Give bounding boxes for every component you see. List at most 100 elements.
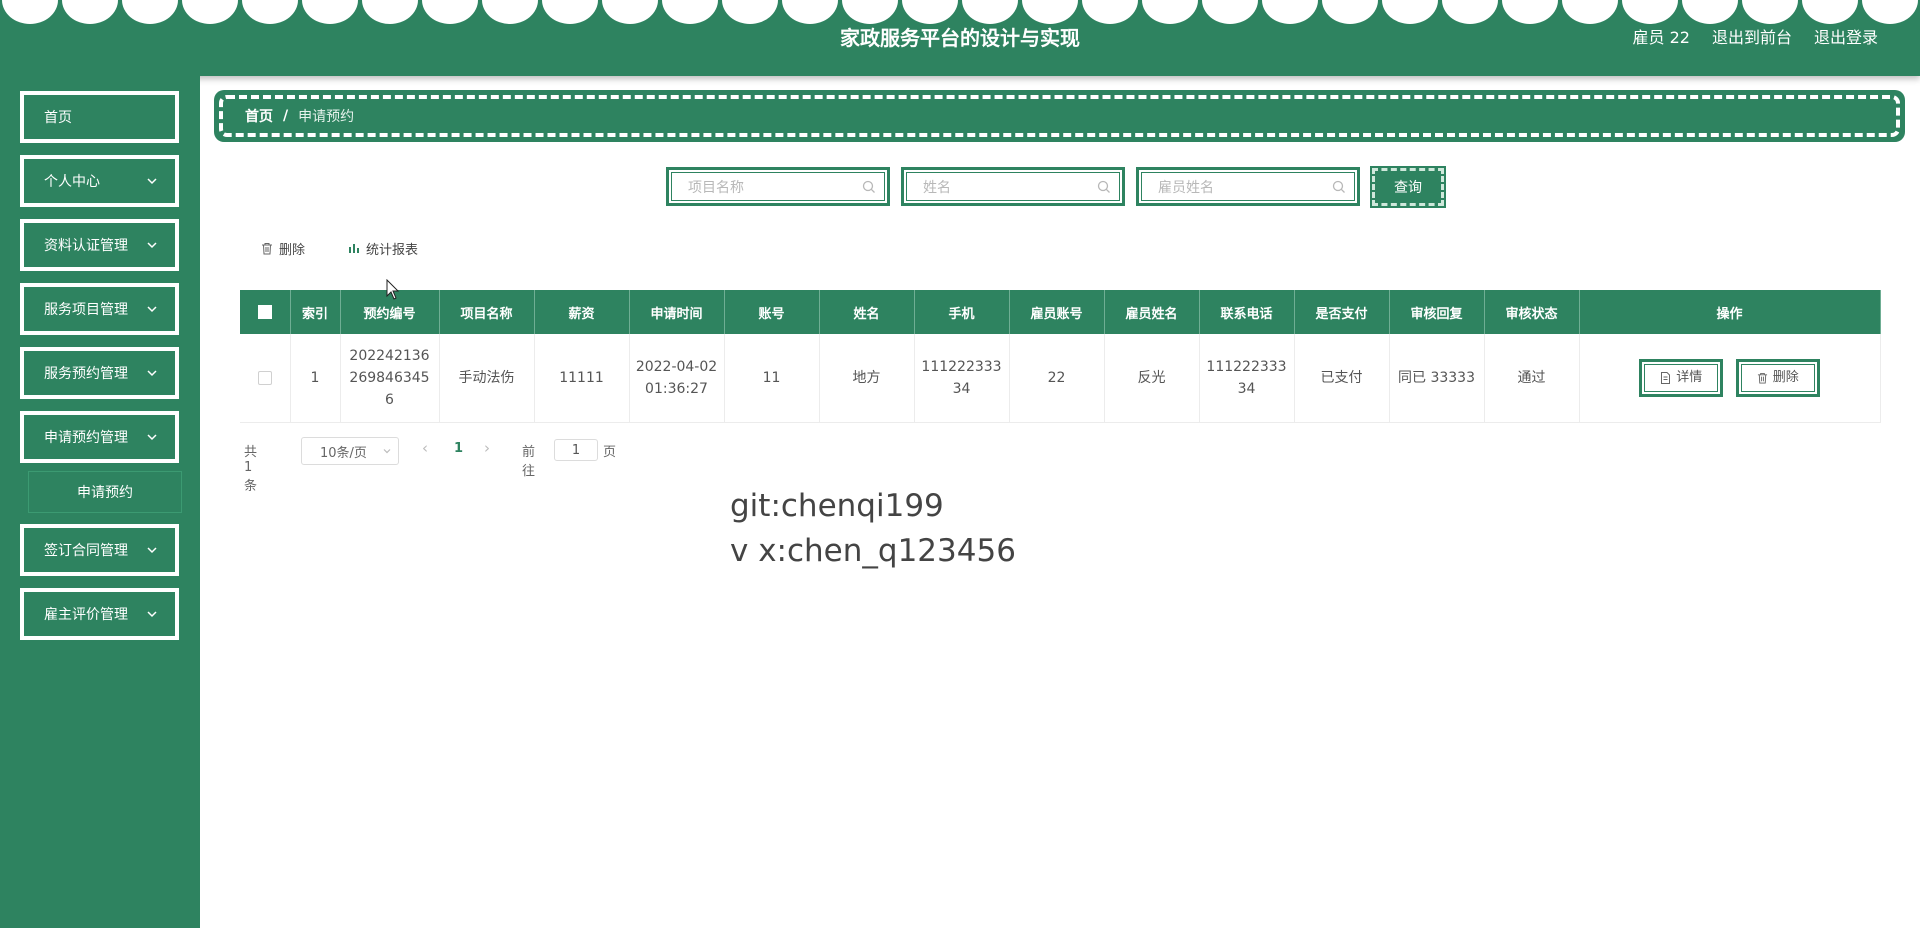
scallop-shape	[362, 0, 418, 24]
column-header: 手机	[914, 290, 1010, 334]
scallop-shape	[1562, 0, 1618, 24]
sidebar-subitem-label: 申请预约	[77, 485, 133, 501]
scallop-shape	[1802, 0, 1858, 24]
sidebar-item-employer-reviews[interactable]: 雇主评价管理	[20, 588, 179, 640]
scallop-shape	[1862, 0, 1918, 24]
sidebar-item-label: 雇主评价管理	[44, 607, 128, 623]
cell-paid: 已支付	[1294, 334, 1390, 423]
cell-actions: 详情 删除	[1579, 334, 1881, 423]
scallop-shape	[1742, 0, 1798, 24]
prev-page-button[interactable]: ‹	[422, 439, 428, 457]
column-header: 账号	[724, 290, 820, 334]
scallop-shape	[662, 0, 718, 24]
column-header: 申请时间	[629, 290, 725, 334]
header-actions: 雇员 22 退出到前台 退出登录	[1633, 24, 1878, 48]
column-header: 项目名称	[439, 290, 535, 334]
search-icon	[1097, 180, 1110, 193]
delete-button-label: 删除	[1772, 370, 1799, 385]
name-search-field	[901, 167, 1125, 206]
chevron-down-icon	[147, 178, 157, 185]
goto-page-input[interactable]	[554, 439, 598, 461]
total-count: 共 1 条	[244, 445, 258, 494]
bar-chart-icon	[349, 244, 359, 253]
scallop-shape	[1382, 0, 1438, 24]
cell-account: 11	[724, 334, 820, 423]
chevron-up-icon	[147, 434, 157, 441]
scallop-shape	[1022, 0, 1078, 24]
logout-link[interactable]: 退出登录	[1814, 24, 1878, 48]
select-all-checkbox[interactable]	[257, 305, 272, 319]
scallop-shape	[302, 0, 358, 24]
scallop-shape	[482, 0, 538, 24]
cell-employee-name: 反光	[1104, 334, 1200, 423]
search-field-inner	[906, 172, 1120, 202]
chevron-down-icon	[147, 370, 157, 377]
search-icon	[862, 180, 875, 193]
query-button[interactable]: 查询	[1370, 166, 1446, 208]
trash-icon	[1757, 372, 1767, 384]
cell-apply-time: 2022-04-02 01:36:27	[629, 334, 725, 423]
sidebar-subitem-apply-booking[interactable]: 申请预约	[28, 471, 182, 513]
scallop-shape	[722, 0, 778, 24]
batch-delete-button[interactable]: 删除	[261, 237, 305, 259]
current-page[interactable]: 1	[454, 441, 463, 456]
page-size-value: 10条/页	[320, 445, 367, 461]
sidebar-item-apply-booking[interactable]: 申请预约管理	[20, 411, 179, 463]
breadcrumb-current: 申请预约	[298, 109, 355, 125]
page-size-select[interactable]: 10条/页	[301, 437, 399, 465]
cell-name: 地方	[819, 334, 915, 423]
row-checkbox[interactable]	[257, 371, 272, 385]
batch-delete-label: 删除	[279, 242, 306, 258]
name-input[interactable]	[907, 173, 1100, 202]
search-field-inner	[1141, 172, 1355, 202]
detail-button-inner: 详情	[1644, 364, 1719, 392]
scallop-shape	[1502, 0, 1558, 24]
row-select-cell	[240, 334, 291, 423]
cell-contact-phone: 11122233334	[1199, 334, 1295, 423]
project-name-input[interactable]	[672, 173, 865, 202]
sidebar-item-service-booking[interactable]: 服务预约管理	[20, 347, 179, 399]
sidebar-item-service-projects[interactable]: 服务项目管理	[20, 283, 179, 335]
breadcrumb-home-link[interactable]: 首页	[245, 106, 273, 126]
sidebar-item-home[interactable]: 首页	[20, 91, 179, 143]
delete-button[interactable]: 删除	[1735, 359, 1820, 397]
exit-to-front-link[interactable]: 退出到前台	[1712, 24, 1792, 48]
scallop-shape	[182, 0, 238, 24]
employee-name-search-field	[1136, 167, 1360, 206]
top-header: 家政服务平台的设计与实现 雇员 22 退出到前台 退出登录	[0, 0, 1920, 76]
document-icon	[1661, 372, 1671, 384]
column-header: 审核状态	[1484, 290, 1580, 334]
column-header: 联系电话	[1199, 290, 1295, 334]
column-header: 索引	[290, 290, 341, 334]
sidebar-item-personal-center[interactable]: 个人中心	[20, 155, 179, 207]
column-header: 雇员账号	[1009, 290, 1105, 334]
sidebar-item-label: 签订合同管理	[44, 543, 128, 559]
detail-button[interactable]: 详情	[1639, 359, 1724, 397]
sidebar-item-label: 服务项目管理	[44, 302, 128, 318]
sidebar-item-label: 个人中心	[44, 174, 100, 190]
column-header: 操作	[1579, 290, 1881, 334]
sidebar-item-contracts[interactable]: 签订合同管理	[20, 524, 179, 576]
employee-name-input[interactable]	[1142, 173, 1335, 202]
goto-prefix: 前往	[522, 445, 536, 479]
scallop-shape	[1142, 0, 1198, 24]
scallop-shape	[1322, 0, 1378, 24]
cell-phone: 11122233334	[914, 334, 1010, 423]
goto-suffix: 页	[603, 445, 617, 460]
scallop-shape	[1082, 0, 1138, 24]
column-header: 是否支付	[1294, 290, 1390, 334]
chevron-down-icon	[147, 611, 157, 618]
scallop-shape	[1262, 0, 1318, 24]
next-page-button[interactable]: ›	[484, 439, 490, 457]
scallop-shape	[1202, 0, 1258, 24]
watermark-line: git:chenqi199	[730, 488, 944, 524]
sidebar-item-certification[interactable]: 资料认证管理	[20, 219, 179, 271]
statistics-report-button[interactable]: 统计报表	[348, 237, 418, 259]
chevron-down-icon	[383, 449, 391, 454]
cell-review-status: 通过	[1484, 334, 1580, 423]
scallop-shape	[782, 0, 838, 24]
table-row: 1 2022421362698463456 手动法伤 11111 2022-04…	[240, 334, 1881, 423]
search-icon	[1332, 180, 1345, 193]
detail-button-label: 详情	[1676, 370, 1703, 385]
column-header: 姓名	[819, 290, 915, 334]
